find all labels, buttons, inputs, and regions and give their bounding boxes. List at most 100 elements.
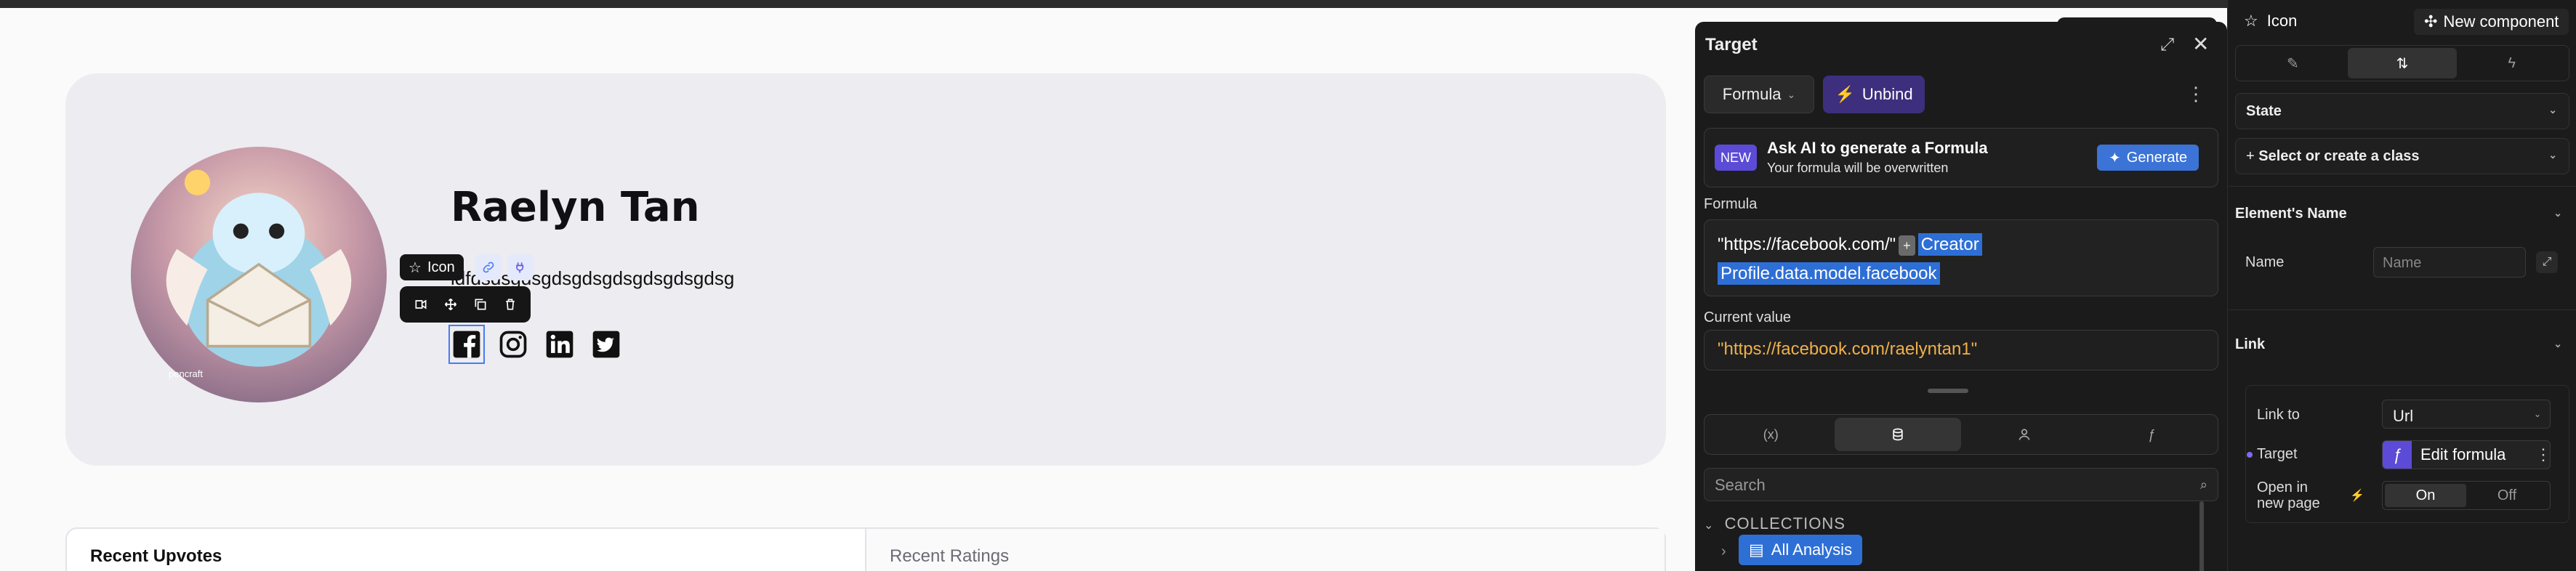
ai-subtitle: Your formula will be overwritten [1767,161,1949,175]
state-select[interactable]: State ⌄ [2235,93,2569,129]
link-to-label: Link to [2257,407,2300,423]
social-links [448,325,622,364]
element-tag[interactable]: ☆ Icon [400,254,464,280]
settings-tab-icon[interactable]: ⇅ [2347,48,2458,78]
state-label: State [2246,103,2282,119]
ai-formula-banner: NEW Ask AI to generate a Formula Your fo… [1704,128,2218,187]
formula-token-path[interactable]: Profile.data.model.facebook [1718,262,1940,285]
divider [2228,186,2576,187]
new-component-button[interactable]: ✣ New component [2414,9,2569,35]
facebook-icon [453,331,480,358]
target-label: Target [2257,446,2298,462]
functions-tab-icon[interactable]: ƒ [2088,418,2215,451]
chevron-down-icon: ⌄ [2533,409,2541,419]
bind-plug-icon[interactable]: ⚡ [2350,488,2364,503]
delete-icon[interactable] [499,293,521,315]
variables-tab-icon[interactable]: (x) [1707,418,1835,451]
tab-recent-upvotes[interactable]: Recent Upvotes [67,529,866,571]
plug-icon [516,262,524,273]
collection-item[interactable]: ▤ All Analysis [1739,535,1863,565]
link-badge[interactable] [475,254,502,280]
twitter-link[interactable] [590,327,622,362]
plus-icon: + [2246,148,2255,164]
element-type-label: Icon [2266,12,2298,30]
chevron-down-icon: ⌄ [1704,519,1715,532]
component-icon: ✣ [2424,12,2438,31]
unbind-label: Unbind [1861,85,1913,103]
open-new-page-label-line2: new page [2257,495,2320,511]
panel-title: Target [1705,35,1758,54]
element-name-section-header[interactable]: Element's Name ⌄ [2235,206,2569,222]
search-placeholder: Search [1715,476,1766,494]
duplicate-icon[interactable] [470,293,491,315]
formula-editor[interactable]: "https://facebook.com/" + Creator Profile.… [1704,219,2218,296]
bound-indicator-dot [2247,452,2253,458]
avatar-illustration [166,169,352,367]
formula-mode-button[interactable]: Formula ⌄ [1704,76,1814,113]
name-label: Name [2245,254,2285,270]
chevron-down-icon: ⌄ [1787,88,1796,100]
style-tab-icon[interactable]: ✎ [2238,48,2348,78]
more-options-icon[interactable]: ⋮ [2186,83,2205,105]
chevron-down-icon: ⌄ [2548,149,2557,161]
user-tab-icon[interactable] [1961,418,2088,451]
plug-badge[interactable] [507,254,534,280]
workflow-tab-icon[interactable]: ϟ [2457,48,2567,78]
collections-label: COLLECTIONS [1724,514,1846,532]
link-section-label: Link [2235,336,2266,352]
link-section-header[interactable]: Link ⌄ [2235,336,2569,353]
generate-label: Generate [2126,149,2188,166]
instagram-link[interactable] [497,327,529,362]
formula-mode-label: Formula [1722,85,1782,103]
linkedin-link[interactable] [544,327,576,362]
move-icon[interactable] [440,293,462,315]
toggle-off-option[interactable]: Off [2466,484,2548,507]
star-icon: ☆ [408,259,422,276]
open-new-page-label: Open in new page [2257,479,2320,511]
unbind-button[interactable]: ⚡ Unbind [1823,76,1925,113]
close-icon[interactable]: ✕ [2192,32,2209,56]
element-name-section-label: Element's Name [2235,206,2347,222]
unbind-icon: ⚡ [1835,85,1855,103]
instagram-icon [499,331,527,358]
collection-item-label: All Analysis [1771,540,1853,559]
expand-icon[interactable]: ⤢ [2160,35,2174,55]
formula-token[interactable]: Creator [1917,233,1982,256]
facebook-link[interactable] [448,325,485,364]
star-icon: ☆ [2244,12,2258,30]
element-type-title: ☆ Icon [2244,12,2297,31]
search-input[interactable]: Search ⌕ [1704,468,2218,501]
top-bar [0,0,2576,8]
open-icon[interactable] [410,293,432,315]
element-name-input[interactable]: Name [2373,247,2526,278]
link-to-value: Url [2393,407,2414,425]
more-options-icon[interactable]: ⋮ [2535,445,2550,464]
formula-operator: + [1899,235,1915,256]
element-tag-label: Icon [427,259,455,275]
open-new-page-toggle: On Off [2382,481,2551,510]
formula-string: "https://facebook.com/" [1718,235,1896,254]
expand-icon[interactable]: ⤢ [2536,251,2558,273]
database-tab-icon[interactable] [1834,418,1961,451]
collections-header[interactable]: ⌄ COLLECTIONS [1704,514,1846,533]
avatar-caption: pencraft [169,368,203,379]
new-component-label: New component [2443,12,2559,31]
chevron-down-icon: ⌄ [2553,338,2562,349]
open-new-page-label-line1: Open in [2257,479,2309,495]
edit-formula-button[interactable]: ƒ Edit formula ⋮ [2382,440,2551,469]
class-select-label: Select or create a class [2258,148,2420,164]
activity-tabs: Recent Upvotes Recent Ratings [65,527,1666,571]
generate-button[interactable]: ✦ Generate [2097,145,2199,171]
class-select[interactable]: + Select or create a class ⌄ [2235,138,2569,174]
profile-name[interactable]: Raelyn Tan [451,184,700,231]
sidebar-tabs: ✎ ⇅ ϟ [2235,45,2569,81]
chevron-right-icon[interactable]: › [1721,543,1726,560]
resize-handle[interactable] [1928,389,1968,393]
formula-icon: ƒ [2383,441,2412,469]
link-to-select[interactable]: Url ⌄ [2382,400,2551,429]
profile-avatar [131,147,387,402]
tab-recent-ratings[interactable]: Recent Ratings [866,529,1665,571]
panel-scrollbar[interactable] [2199,501,2204,571]
toggle-on-option[interactable]: On [2385,484,2466,507]
table-icon: ▤ [1749,540,1764,559]
